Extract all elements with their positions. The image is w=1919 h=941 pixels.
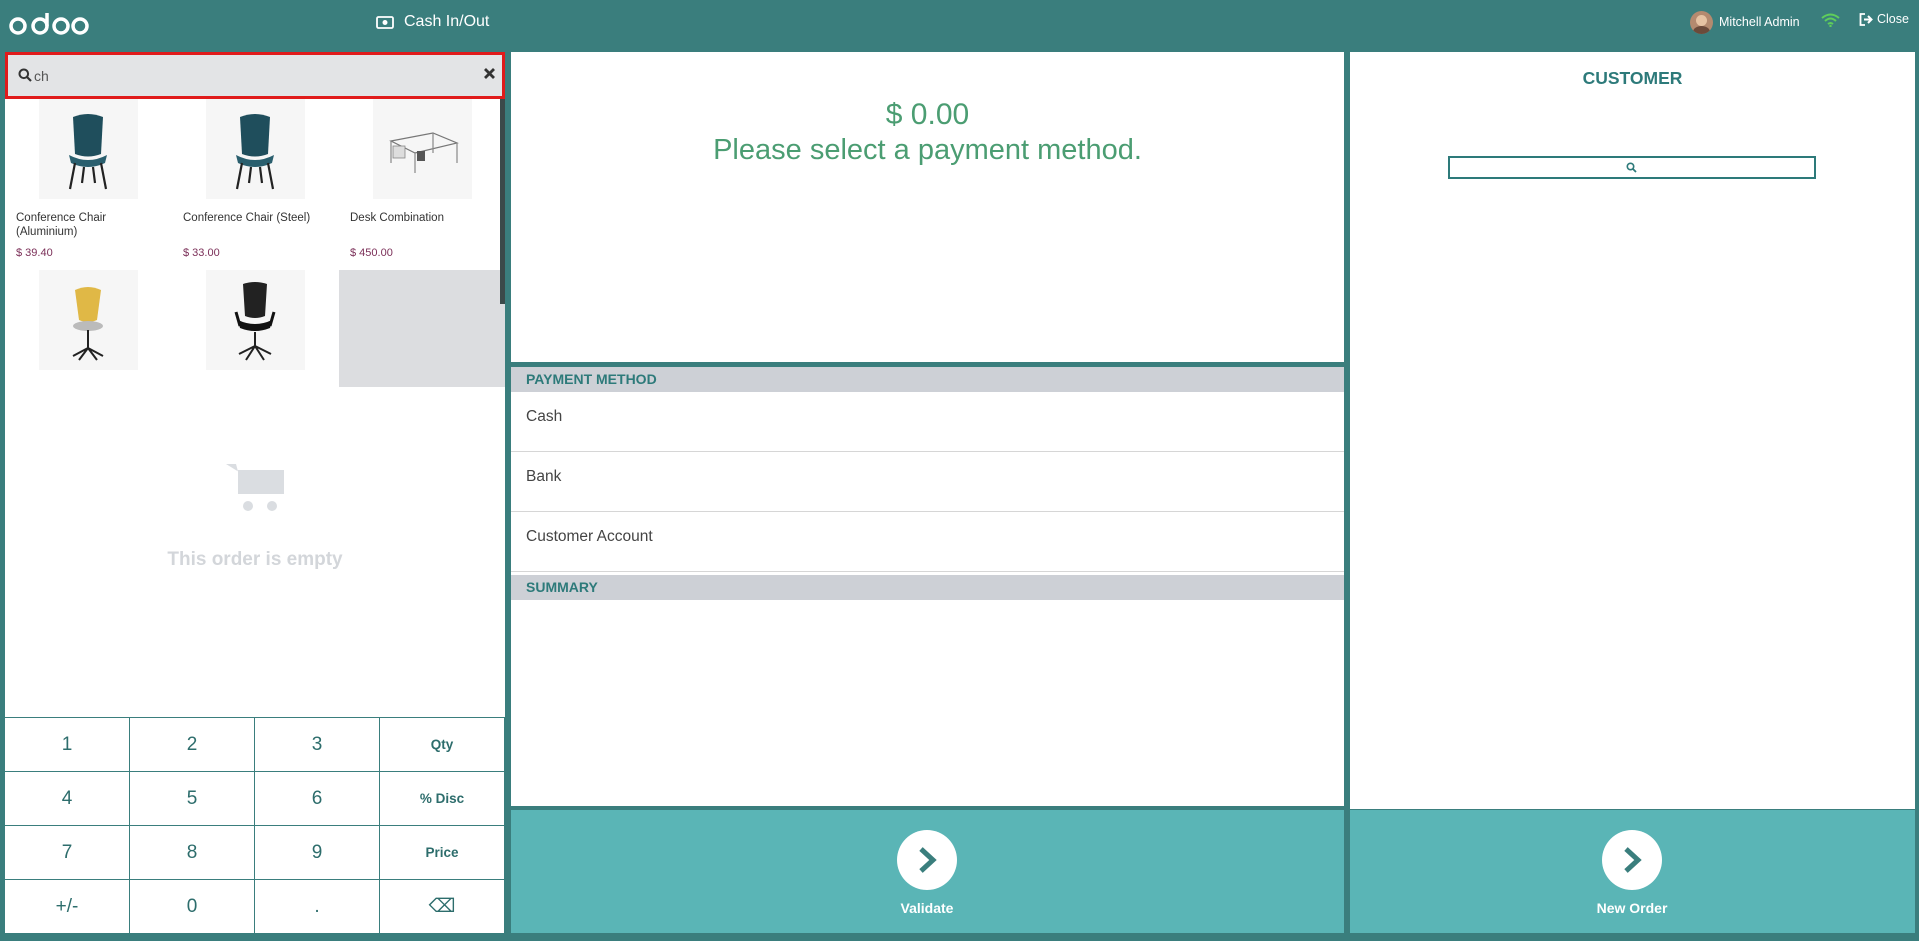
product-name: Conference Chair (Aluminium) xyxy=(16,212,107,238)
plus-minus-button[interactable]: +/- xyxy=(5,880,130,934)
product-tile[interactable] xyxy=(172,270,335,387)
money-icon xyxy=(376,15,394,29)
new-order-button[interactable]: New Order xyxy=(1350,810,1915,933)
payment-status: $ 0.00 Please select a payment method. xyxy=(511,52,1344,362)
validate-circle xyxy=(897,830,957,890)
numpad-key-3[interactable]: 3 xyxy=(255,718,380,772)
customer-panel: CUSTOMER xyxy=(1350,52,1915,809)
product-name: Conference Chair (Steel) xyxy=(183,212,311,224)
wifi-icon xyxy=(1821,13,1840,27)
payment-method-bank[interactable]: Bank xyxy=(511,452,1344,512)
user-name: Mitchell Admin xyxy=(1719,15,1800,29)
close-label: Close xyxy=(1877,12,1909,26)
chair-image-icon xyxy=(68,114,108,190)
product-search-input[interactable] xyxy=(34,65,454,87)
numpad-key-5[interactable]: 5 xyxy=(130,772,255,826)
numpad-key-6[interactable]: 6 xyxy=(255,772,380,826)
product-panel: Conference Chair (Aluminium) $ 39.40 Con… xyxy=(5,52,505,934)
shopping-cart-icon xyxy=(226,464,284,511)
validate-label: Validate xyxy=(900,900,954,916)
product-tile[interactable]: Conference Chair (Aluminium) $ 39.40 xyxy=(5,99,168,266)
new-order-circle xyxy=(1602,830,1662,890)
cash-in-out-label: Cash In/Out xyxy=(404,13,490,30)
product-image xyxy=(206,99,305,199)
cash-in-out-button[interactable]: Cash In/Out xyxy=(376,12,489,32)
user-menu[interactable]: Mitchell Admin xyxy=(1690,10,1800,34)
payment-message: Please select a payment method. xyxy=(713,134,1142,166)
desk-image-icon xyxy=(389,132,459,173)
odoo-logo xyxy=(9,13,89,35)
numpad-key-4[interactable]: 4 xyxy=(5,772,130,826)
price-button[interactable]: Price xyxy=(380,826,505,880)
empty-tile xyxy=(339,270,505,387)
customer-title: CUSTOMER xyxy=(1582,68,1683,88)
numpad-key-2[interactable]: 2 xyxy=(130,718,255,772)
numpad: 1 2 3 Qty 4 5 6 % Disc 7 8 9 Price +/- 0… xyxy=(5,717,505,934)
search-icon xyxy=(1626,162,1637,173)
product-tile[interactable]: Conference Chair (Steel) $ 33.00 xyxy=(172,99,335,266)
qty-button[interactable]: Qty xyxy=(380,718,505,772)
clear-search-icon[interactable] xyxy=(483,67,496,80)
product-image xyxy=(373,99,472,199)
search-icon xyxy=(18,68,32,82)
chevron-right-icon xyxy=(1624,847,1642,873)
top-bar: Cash In/Out Mitchell Admin Close xyxy=(0,0,1919,51)
order-area: This order is empty xyxy=(5,387,505,717)
product-price: $ 450.00 xyxy=(350,247,393,259)
numpad-key-0[interactable]: 0 xyxy=(130,880,255,934)
summary-header: SUMMARY xyxy=(511,575,1344,600)
payment-amount: $ 0.00 xyxy=(885,98,970,131)
product-name: Desk Combination xyxy=(350,212,444,224)
product-image xyxy=(39,270,138,370)
chair-image-icon xyxy=(235,114,275,190)
product-grid: Conference Chair (Aluminium) $ 39.40 Con… xyxy=(5,99,505,387)
product-tile[interactable]: Desk Combination $ 450.00 xyxy=(339,99,502,266)
payment-method-cash[interactable]: Cash xyxy=(511,392,1344,452)
customer-search-input[interactable] xyxy=(1448,156,1816,179)
product-price: $ 39.40 xyxy=(16,247,53,259)
decimal-button[interactable]: . xyxy=(255,880,380,934)
product-price: $ 33.00 xyxy=(183,247,220,259)
product-image xyxy=(206,270,305,370)
product-scrollbar[interactable] xyxy=(500,99,505,304)
numpad-key-1[interactable]: 1 xyxy=(5,718,130,772)
product-tile[interactable] xyxy=(5,270,168,387)
payment-method-customer-account[interactable]: Customer Account xyxy=(511,512,1344,572)
numpad-key-8[interactable]: 8 xyxy=(130,826,255,880)
office-chair-image-icon xyxy=(234,282,276,361)
validate-button[interactable]: Validate xyxy=(511,810,1344,933)
numpad-key-9[interactable]: 9 xyxy=(255,826,380,880)
product-search-bar xyxy=(5,52,505,99)
office-chair-image-icon xyxy=(72,287,104,361)
empty-order-text: This order is empty xyxy=(167,549,343,570)
new-order-label: New Order xyxy=(1596,900,1668,916)
chevron-right-icon xyxy=(919,847,937,873)
numpad-key-7[interactable]: 7 xyxy=(5,826,130,880)
sign-out-icon xyxy=(1859,12,1873,26)
close-button[interactable]: Close xyxy=(1859,12,1909,26)
payment-method-header: PAYMENT METHOD xyxy=(511,367,1344,392)
discount-button[interactable]: % Disc xyxy=(380,772,505,826)
avatar xyxy=(1690,10,1713,34)
backspace-button[interactable]: ⌫ xyxy=(380,880,505,934)
product-image xyxy=(39,99,138,199)
payment-methods-panel: PAYMENT METHOD Cash Bank Customer Accoun… xyxy=(511,367,1344,806)
